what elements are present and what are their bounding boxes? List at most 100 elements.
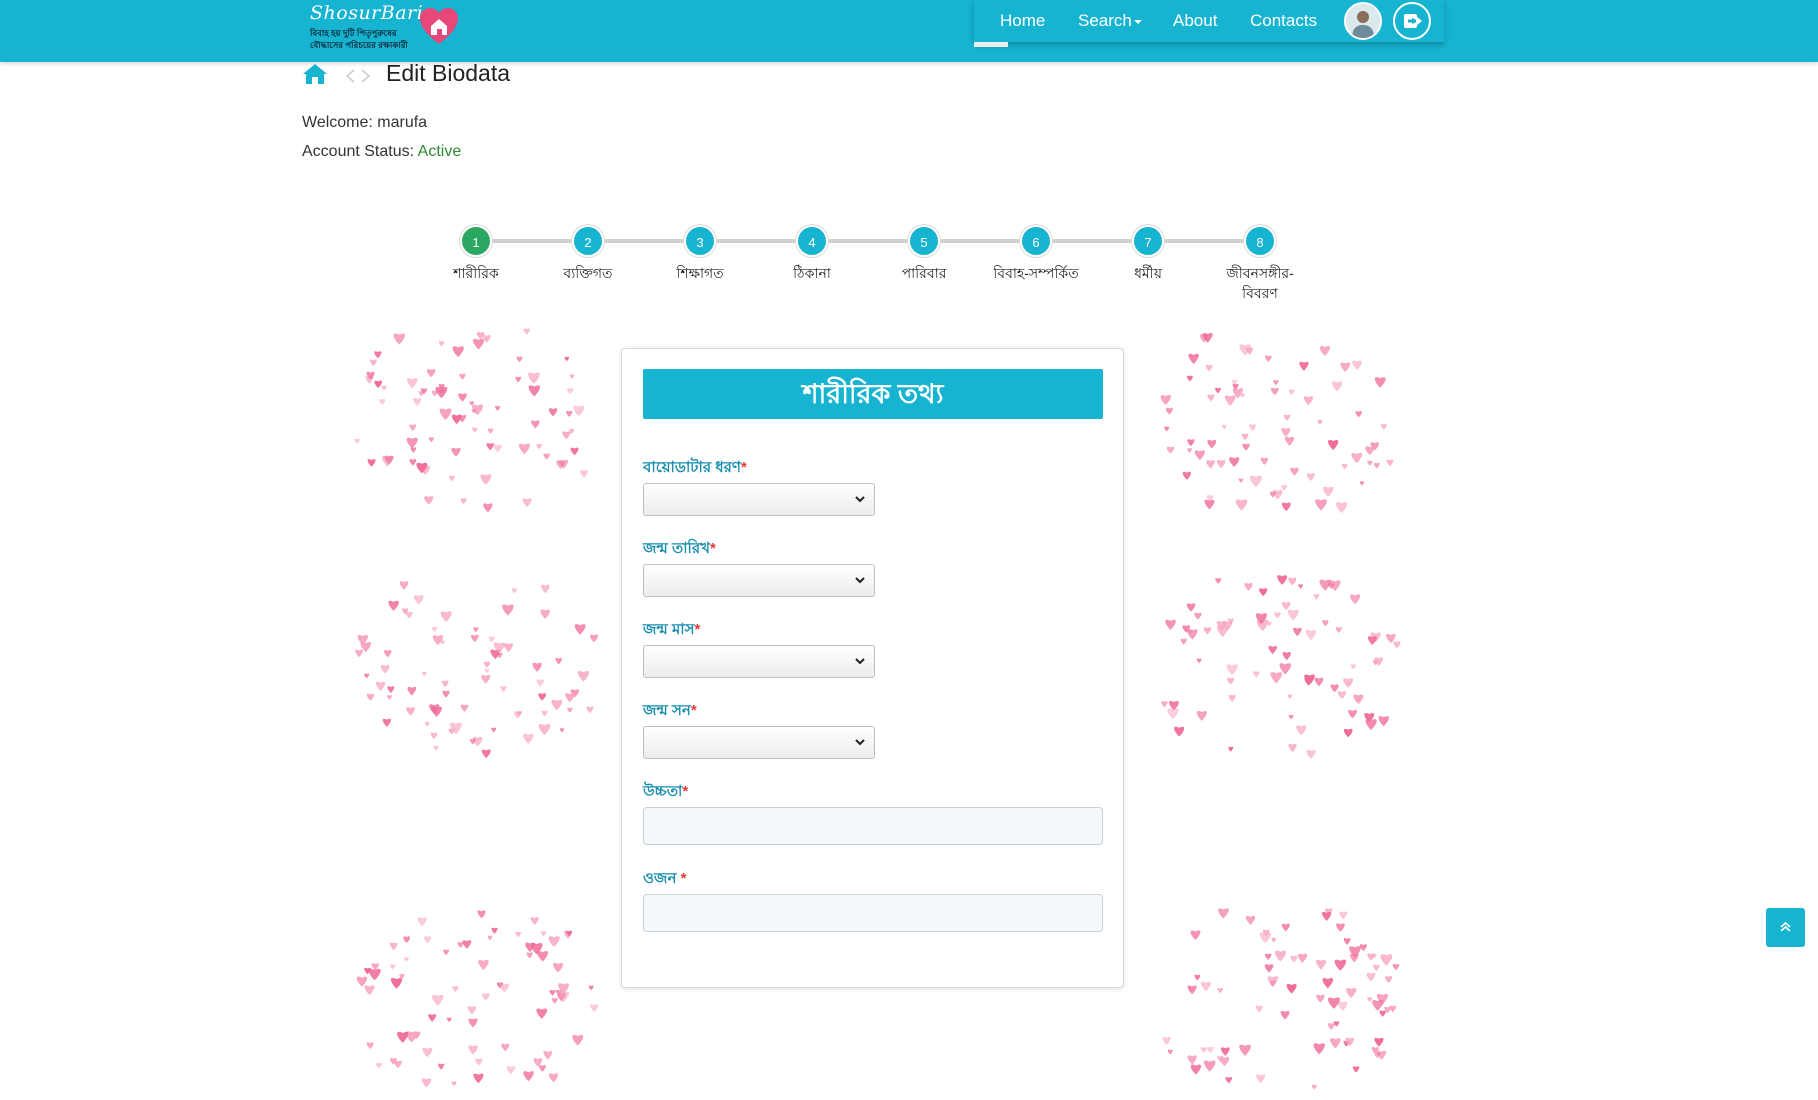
heart-icon — [1260, 457, 1269, 465]
heart-icon — [1288, 743, 1297, 753]
profile-avatar-button[interactable] — [1344, 2, 1382, 40]
heart-icon — [1217, 988, 1224, 994]
step-4[interactable]: 4 ঠিকানা — [756, 222, 868, 283]
heart-icon — [452, 986, 459, 993]
heart-icon — [1267, 976, 1279, 987]
heart-icon — [1327, 1023, 1335, 1030]
heart-icon — [1215, 387, 1221, 394]
heart-icon — [468, 1045, 478, 1055]
step-3[interactable]: 3 শিক্ষাগত — [644, 222, 756, 283]
birth-month-select[interactable] — [643, 645, 875, 678]
heart-icon — [480, 474, 492, 485]
heart-icon — [1352, 360, 1362, 370]
birth-year-select[interactable] — [643, 726, 875, 759]
heart-icon — [1164, 426, 1170, 432]
heart-icon — [1225, 1077, 1233, 1084]
physical-info-card: শারীরিক তথ্য বায়োডাটার ধরণ* জন্ম তারিখ*… — [621, 348, 1124, 988]
heart-icon — [424, 936, 432, 944]
heart-icon — [473, 627, 479, 633]
home-icon[interactable] — [302, 62, 328, 86]
user-avatar-icon — [1346, 4, 1380, 38]
heart-icon — [431, 626, 438, 633]
heart-icon — [549, 990, 556, 996]
heart-icon — [1313, 1043, 1325, 1055]
scroll-to-top-button[interactable] — [1766, 908, 1805, 947]
heart-icon — [446, 1017, 452, 1023]
nav-about[interactable]: About — [1173, 11, 1217, 31]
height-input[interactable] — [643, 807, 1103, 845]
heart-icon — [1367, 636, 1377, 645]
heart-icon — [569, 374, 575, 379]
heart-icon — [1187, 439, 1195, 447]
heart-icon — [1293, 627, 1302, 637]
heart-icon — [417, 917, 427, 927]
heart-icon — [1194, 612, 1202, 620]
heart-icon — [478, 959, 489, 970]
logout-button[interactable] — [1393, 2, 1431, 40]
heart-icon — [1352, 1066, 1360, 1073]
heart-icon — [532, 662, 542, 672]
heart-icon — [487, 935, 493, 941]
birth-day-select[interactable] — [643, 564, 875, 597]
heart-icon — [1392, 963, 1400, 971]
heart-icon — [523, 1071, 534, 1082]
heart-icon — [590, 634, 598, 643]
heart-icon — [1386, 459, 1394, 467]
heart-icon — [382, 718, 392, 727]
heart-icon — [1271, 937, 1277, 943]
heart-icon — [537, 950, 549, 962]
heart-icon — [559, 728, 565, 733]
step-8[interactable]: 8 জীবনসঙ্গীর-বিবরণ — [1204, 222, 1316, 303]
heart-icon — [481, 749, 491, 759]
heart-icon — [404, 957, 409, 962]
chevron-down-icon — [855, 658, 865, 665]
site-logo[interactable]: ShosurBari বিবাহ হয় দুটি পিতৃপুরুষের বৌ… — [308, 2, 468, 52]
step-7[interactable]: 7 ধর্মীয় — [1092, 222, 1204, 283]
heart-icon — [1319, 345, 1331, 357]
heart-icon — [538, 723, 551, 736]
heart-icon — [393, 333, 406, 345]
heart-icon — [1380, 954, 1393, 966]
heart-icon — [1166, 446, 1175, 454]
step-number: 8 — [1244, 225, 1276, 257]
heart-icon — [1316, 994, 1325, 1003]
heart-icon — [390, 964, 396, 970]
heart-icon — [1286, 984, 1297, 994]
step-6[interactable]: 6 বিবাহ-সম্পর্কিত — [980, 222, 1092, 283]
heart-icon — [387, 686, 395, 694]
step-5[interactable]: 5 পারিবার — [868, 222, 980, 283]
heart-icon — [1281, 502, 1291, 512]
heart-icon — [407, 378, 418, 389]
nav-search[interactable]: Search — [1078, 11, 1142, 31]
heart-icon — [1359, 481, 1365, 486]
heart-icon — [1335, 502, 1348, 514]
heart-icon — [1290, 955, 1298, 963]
heart-icon — [1373, 964, 1380, 972]
weight-input[interactable] — [643, 894, 1103, 932]
heart-icon — [1379, 1010, 1386, 1017]
heart-icon — [1287, 694, 1293, 699]
nav-contacts[interactable]: Contacts — [1250, 11, 1317, 31]
logout-icon — [1404, 14, 1422, 28]
heart-icon — [467, 1006, 477, 1015]
step-2[interactable]: 2 ব্যক্তিগত — [532, 222, 644, 283]
biodata-type-select[interactable] — [643, 483, 875, 516]
heart-icon — [1288, 389, 1295, 396]
heart-icon — [1321, 911, 1332, 922]
status-badge: Active — [417, 143, 462, 160]
heart-icon — [497, 652, 503, 659]
heart-icon — [1339, 911, 1348, 920]
heart-icon — [1270, 387, 1279, 396]
heart-icon — [1280, 1010, 1290, 1020]
heart-icon — [1351, 452, 1363, 464]
heart-icon — [1336, 923, 1345, 932]
heart-icon — [1241, 433, 1249, 441]
heart-icon — [1290, 467, 1299, 476]
step-1[interactable]: 1 শারীরিক — [420, 222, 532, 283]
heart-icon — [1359, 944, 1367, 952]
heart-icon — [1315, 959, 1327, 970]
step-number: 4 — [796, 225, 828, 257]
heart-icon — [1206, 460, 1215, 469]
heart-icon — [1203, 1060, 1216, 1072]
nav-home[interactable]: Home — [1000, 11, 1045, 31]
